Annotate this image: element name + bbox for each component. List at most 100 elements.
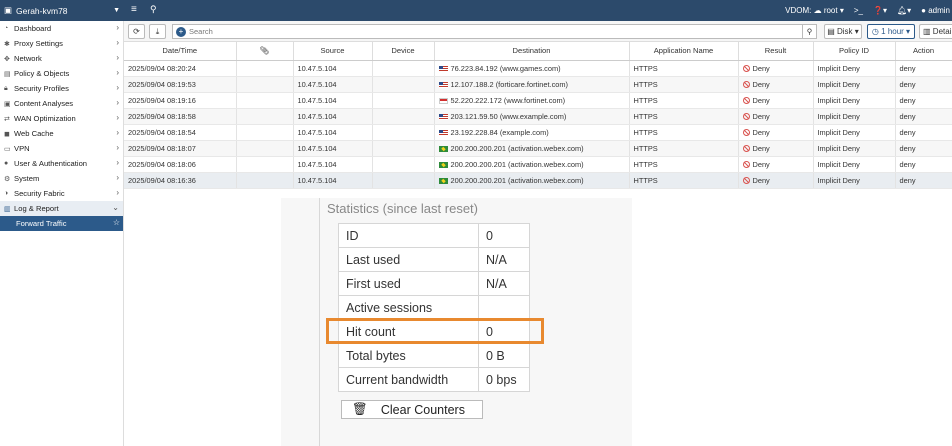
table-row[interactable]: 2025/09/04 08:19:16 10.47.5.104 52.220.2…	[124, 92, 952, 109]
column-header[interactable]: Date/Time	[124, 42, 237, 61]
cell-action: deny	[895, 124, 952, 141]
paperclip-icon: 📎︎	[259, 46, 270, 56]
device-icon: ▣	[4, 5, 13, 15]
sg-flag-icon	[438, 97, 448, 104]
cell-datetime: 2025/09/04 08:18:06	[124, 156, 237, 173]
cell-destination: 200.200.200.201 (activation.webex.com)	[434, 172, 630, 189]
chevron-down-icon: ⌄	[112, 203, 119, 212]
table-row[interactable]: 2025/09/04 08:18:07 10.47.5.104 200.200.…	[124, 140, 952, 157]
refresh-button[interactable]: ⟳	[128, 24, 145, 39]
help-icon[interactable]: ❓▾	[873, 6, 887, 15]
cell-source: 10.47.5.104	[293, 172, 373, 189]
sidebar-item-user-authentication[interactable]: ● User & Authentication ›	[0, 156, 123, 171]
user-icon: ●	[4, 160, 9, 167]
stat-value: 0 bps	[478, 367, 530, 392]
add-filter-icon[interactable]: +	[176, 26, 186, 37]
column-header[interactable]: Action	[895, 42, 952, 61]
column-header[interactable]: Destination	[434, 42, 630, 61]
table-row[interactable]: 2025/09/04 08:20:24 10.47.5.104 76.223.8…	[124, 60, 952, 77]
cell-policy: Implicit Deny	[813, 60, 896, 77]
table-row[interactable]: 2025/09/04 08:18:58 10.47.5.104 203.121.…	[124, 108, 952, 125]
clear-counters-button[interactable]: 🗑︎ Clear Counters	[341, 400, 483, 419]
menu-icon[interactable]: ≡	[131, 4, 137, 15]
sidebar-item-dashboard[interactable]: ◔ Dashboard ›	[0, 21, 123, 36]
bell-icon[interactable]: 🔔︎▾	[897, 6, 911, 15]
sidebar-item-network[interactable]: ✥ Network ›	[0, 51, 123, 66]
cli-icon[interactable]: >_	[854, 6, 863, 15]
cell-source: 10.47.5.104	[293, 76, 373, 93]
stat-label: Total bytes	[338, 343, 479, 368]
cell-attachment	[236, 60, 294, 77]
sidebar-item-vpn[interactable]: ▭ VPN ›	[0, 141, 123, 156]
table-row[interactable]: 2025/09/04 08:18:54 10.47.5.104 23.192.2…	[124, 124, 952, 141]
sidebar-item-policy-objects[interactable]: ▤ Policy & Objects ›	[0, 66, 123, 81]
sidebar-item-wan-optimization[interactable]: ⇄ WAN Optimization ›	[0, 111, 123, 126]
cell-device	[372, 124, 435, 141]
cell-source: 10.47.5.104	[293, 156, 373, 173]
us-flag-icon	[438, 65, 448, 72]
details-button[interactable]: ▥ Details	[919, 24, 952, 39]
sidebar-item-log-report[interactable]: ▥ Log & Report ⌄	[0, 201, 123, 216]
sidebar-item-web-cache[interactable]: ◼ Web Cache ›	[0, 126, 123, 141]
stat-value: N/A	[478, 247, 530, 272]
details-icon: ▥	[923, 27, 931, 36]
table-row[interactable]: 2025/09/04 08:19:53 10.47.5.104 12.107.1…	[124, 76, 952, 93]
cell-policy: Implicit Deny	[813, 172, 896, 189]
policy-icon: ▤	[4, 70, 11, 78]
dashboard-icon: ◔	[4, 25, 9, 32]
sidebar-item-proxy-settings[interactable]: ✱ Proxy Settings ›	[0, 36, 123, 51]
table-row[interactable]: 2025/09/04 08:16:36 10.47.5.104 200.200.…	[124, 172, 952, 189]
content-icon: ▣	[4, 100, 11, 108]
cell-datetime: 2025/09/04 08:20:24	[124, 60, 237, 77]
stat-value: 0 B	[478, 343, 530, 368]
cell-destination: 52.220.222.172 (www.fortinet.com)	[434, 92, 630, 109]
cell-app: HTTPS	[629, 172, 739, 189]
column-header-attachment[interactable]: 📎︎	[236, 42, 294, 61]
cell-action: deny	[895, 140, 952, 157]
cell-result: Deny	[738, 60, 814, 77]
stat-label: Active sessions	[338, 295, 479, 320]
download-icon: ⤓	[155, 26, 160, 36]
sidebar-item-security-profiles[interactable]: 🔒︎ Security Profiles ›	[0, 81, 123, 96]
chevron-right-icon: ›	[116, 143, 119, 152]
column-header[interactable]: Application Name	[629, 42, 739, 61]
chevron-right-icon: ›	[116, 188, 119, 197]
download-button[interactable]: ⤓	[149, 24, 166, 39]
column-header[interactable]: Source	[293, 42, 373, 61]
chevron-right-icon: ›	[116, 68, 119, 77]
cell-result: Deny	[738, 76, 814, 93]
stat-value: N/A	[478, 271, 530, 296]
deny-icon	[742, 113, 750, 121]
column-header[interactable]: Device	[372, 42, 435, 61]
sidebar-item-system[interactable]: ⚙ System ›	[0, 171, 123, 186]
search-icon[interactable]: ⚲	[802, 25, 816, 38]
chart-icon: ▥	[4, 205, 11, 213]
cell-source: 10.47.5.104	[293, 140, 373, 157]
clock-icon: ◷	[871, 27, 879, 36]
cell-result: Deny	[738, 172, 814, 189]
br-flag-icon	[438, 161, 448, 168]
column-header[interactable]: Policy ID	[813, 42, 896, 61]
cell-policy: Implicit Deny	[813, 156, 896, 173]
device-selector[interactable]: ▣ Gerah-kvm78 ▼	[0, 0, 124, 21]
deny-icon	[742, 161, 750, 169]
search-icon[interactable]: ⚲	[150, 4, 157, 15]
disk-dropdown[interactable]: ▤ Disk ▾	[824, 24, 862, 39]
user-menu[interactable]: ● admin	[921, 6, 950, 15]
search-input[interactable]: + Search ⚲	[172, 24, 817, 39]
cell-attachment	[236, 92, 294, 109]
vdom-selector[interactable]: VDOM: ☁ root ▾	[785, 6, 844, 15]
sidebar-item-security-fabric[interactable]: ◑ Security Fabric ›	[0, 186, 123, 201]
us-flag-icon	[438, 81, 448, 88]
cell-datetime: 2025/09/04 08:16:36	[124, 172, 237, 189]
sidebar-item-content-analyses[interactable]: ▣ Content Analyses ›	[0, 96, 123, 111]
cell-device	[372, 140, 435, 157]
refresh-icon: ⟳	[133, 27, 140, 36]
cell-destination: 200.200.200.201 (activation.webex.com)	[434, 156, 630, 173]
deny-icon	[742, 81, 750, 89]
time-range-dropdown[interactable]: ◷ 1 hour ▾	[867, 24, 915, 39]
column-header[interactable]: Result	[738, 42, 814, 61]
table-row[interactable]: 2025/09/04 08:18:06 10.47.5.104 200.200.…	[124, 156, 952, 173]
star-icon[interactable]: ☆	[113, 218, 120, 227]
sidebar-item-forward-traffic[interactable]: Forward Traffic ☆	[0, 216, 123, 231]
